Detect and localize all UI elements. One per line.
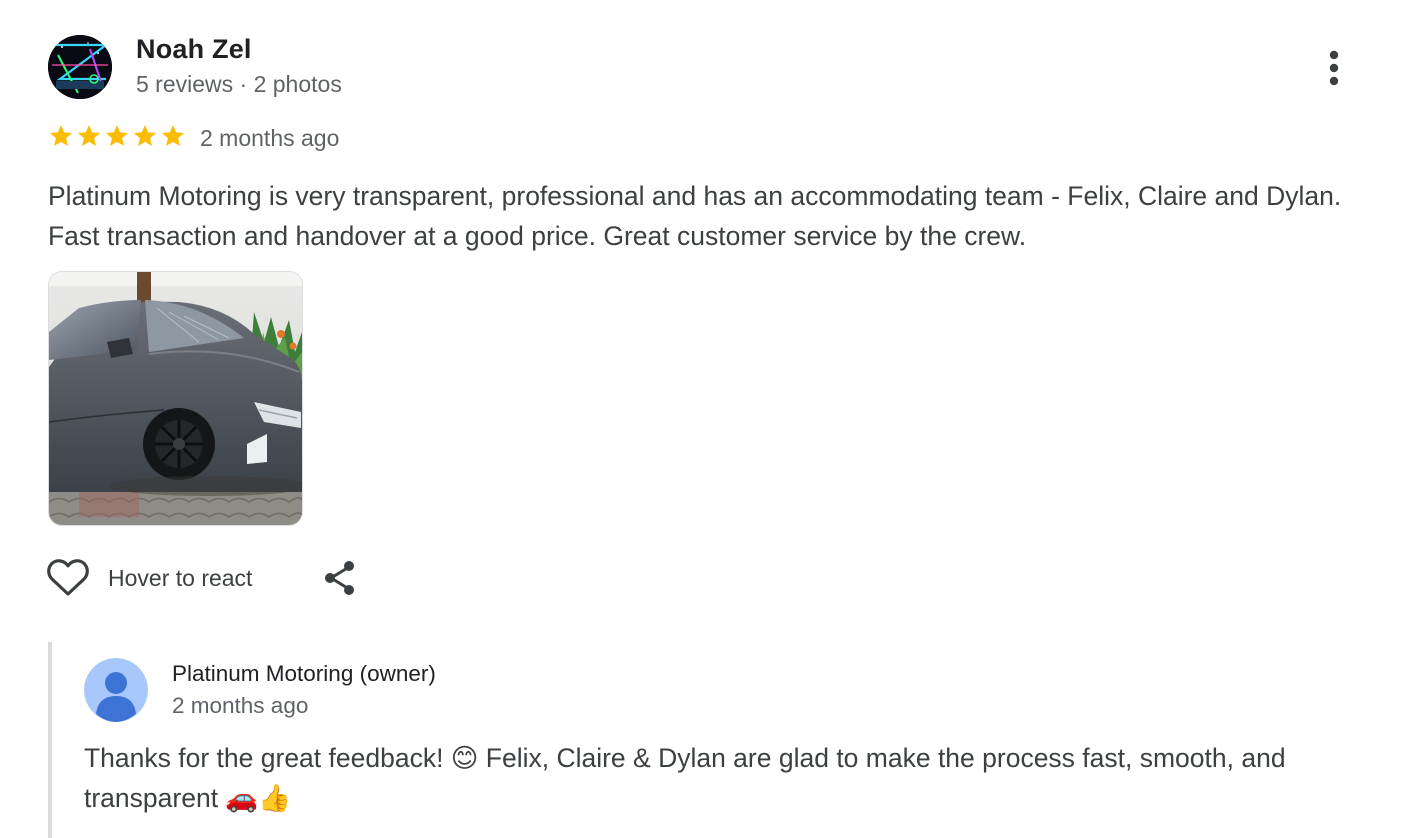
star-icon	[133, 124, 157, 146]
share-button[interactable]	[320, 558, 360, 598]
star-icon	[161, 124, 185, 146]
star-icon	[77, 124, 101, 146]
owner-reply-text: Thanks for the great feedback! 😊 Felix, …	[84, 743, 1286, 813]
owner-reply-time: 2 months ago	[172, 693, 309, 718]
share-icon	[325, 561, 354, 595]
review-time: 2 months ago	[200, 125, 340, 151]
reviewer-avatar[interactable]	[48, 35, 112, 99]
more-options-button[interactable]	[1314, 46, 1354, 90]
review-text: Platinum Motoring is very transparent, p…	[48, 181, 1342, 251]
react-label: Hover to react	[108, 564, 253, 591]
react-button[interactable]: Hover to react	[46, 558, 252, 598]
review-photo[interactable]	[48, 271, 303, 526]
star-icon	[49, 124, 73, 146]
review-card: Noah Zel 5 reviews · 2 photos 2 months a…	[0, 0, 1412, 838]
reviewer-meta: 5 reviews · 2 photos	[136, 71, 342, 97]
star-icon	[105, 124, 129, 146]
star-rating	[48, 122, 186, 152]
heart-icon	[47, 559, 89, 596]
default-user-icon	[84, 658, 148, 722]
car-photo-image	[49, 272, 302, 525]
more-vert-icon	[1329, 50, 1339, 86]
owner-avatar	[84, 658, 148, 722]
reply-divider	[48, 642, 52, 838]
avatar-image	[48, 35, 112, 99]
owner-name: Platinum Motoring (owner)	[172, 661, 436, 686]
reviewer-name[interactable]: Noah Zel	[136, 34, 252, 65]
